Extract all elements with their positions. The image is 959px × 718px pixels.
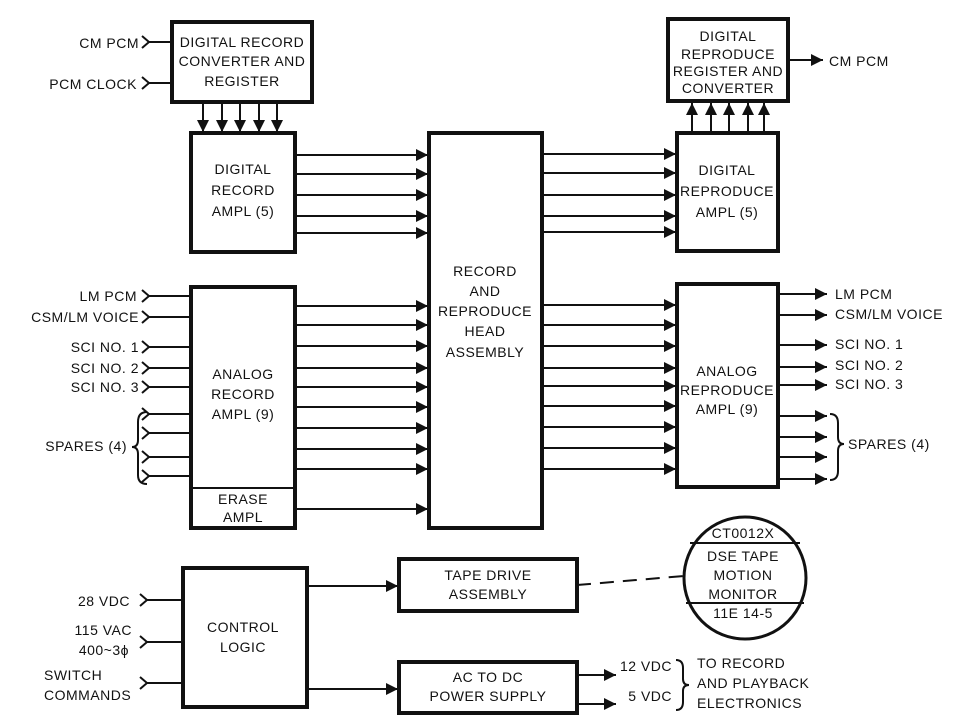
block-label: CONVERTER <box>682 80 774 96</box>
digital-reproduce-ampl-block: DIGITAL REPRODUCE AMPL (5) <box>675 131 780 253</box>
block-label: REPRODUCE <box>680 183 774 199</box>
input-label: 28 VDC <box>78 593 130 609</box>
input-label: SCI NO. 2 <box>71 360 139 376</box>
input-connector-icon <box>141 340 151 354</box>
monitor-label: MOTION <box>714 567 773 583</box>
analog-input-labels: LM PCM CSM/LM VOICE SCI NO. 1 SCI NO. 2 … <box>31 288 139 454</box>
input-label: SWITCH <box>44 667 102 683</box>
tape-motion-monitor: CT0012X DSE TAPE MOTION MONITOR 11E 14-5 <box>682 515 808 641</box>
analog-output-labels: LM PCM CSM/LM VOICE SCI NO. 1 SCI NO. 2 … <box>835 286 943 452</box>
block-label: REPRODUCE <box>438 303 532 319</box>
destination-label: AND PLAYBACK <box>697 675 809 691</box>
block-label: CONTROL <box>207 619 279 635</box>
block-label: DIGITAL RECORD <box>180 34 304 50</box>
block-label: AMPL (5) <box>212 203 275 219</box>
digital-input-labels: CM PCM PCM CLOCK <box>49 35 139 92</box>
block-label: ERASE <box>218 491 268 507</box>
input-label: CM PCM <box>79 35 139 51</box>
input-connector-icon <box>141 35 151 49</box>
block-label: HEAD <box>465 323 506 339</box>
block-label: AMPL (9) <box>212 406 275 422</box>
block-label: DIGITAL <box>700 28 757 44</box>
block-label: LOGIC <box>220 639 266 655</box>
output-label: CM PCM <box>829 53 889 69</box>
control-logic-block: CONTROL LOGIC <box>181 566 309 709</box>
power-brace <box>675 659 690 711</box>
spares-label: SPARES (4) <box>45 438 127 454</box>
block-label: REPRODUCE <box>680 382 774 398</box>
analog-reproduce-ampl-block: ANALOG REPRODUCE AMPL (9) <box>675 282 780 489</box>
input-connector-icon <box>141 310 151 324</box>
input-connector-icon <box>141 76 151 90</box>
block-label: POWER SUPPLY <box>430 688 547 704</box>
destination-label: TO RECORD <box>697 655 785 671</box>
block-label: REGISTER <box>204 73 280 89</box>
output-label: SCI NO. 3 <box>835 376 903 392</box>
input-connector-icon <box>141 426 151 440</box>
monitor-id: CT0012X <box>712 525 775 541</box>
block-label: ANALOG <box>696 363 757 379</box>
block-label: ANALOG <box>212 366 273 382</box>
input-connector-icon <box>141 450 151 464</box>
input-connector-icon <box>141 361 151 375</box>
block-label: AMPL (9) <box>696 401 759 417</box>
input-label: COMMANDS <box>44 687 131 703</box>
output-label: LM PCM <box>835 286 892 302</box>
input-connector-icon <box>139 593 149 607</box>
digital-record-converter-block: DIGITAL RECORD CONVERTER AND REGISTER <box>170 20 314 104</box>
input-connector-icon <box>141 469 151 483</box>
block-label: ASSEMBLY <box>446 344 525 360</box>
block-label: TAPE DRIVE <box>444 567 531 583</box>
block-label: AND <box>469 283 500 299</box>
block-label: RECORD <box>211 182 275 198</box>
digital-record-ampl-block: DIGITAL RECORD AMPL (5) <box>189 131 297 254</box>
spares-brace <box>829 413 845 481</box>
block-label: CONVERTER AND <box>179 53 306 69</box>
destination-label: ELECTRONICS <box>697 695 802 711</box>
block-label: AC TO DC <box>453 669 523 685</box>
block-label: RECORD <box>453 263 517 279</box>
input-connector-icon <box>141 380 151 394</box>
input-label: CSM/LM VOICE <box>31 309 139 325</box>
input-label: 115 VAC <box>75 622 132 638</box>
block-label: REPRODUCE <box>681 46 775 62</box>
block-label: DIGITAL <box>215 161 272 177</box>
spares-label: SPARES (4) <box>848 436 930 452</box>
output-label: 12 VDC <box>620 658 672 674</box>
power-destination-labels: TO RECORD AND PLAYBACK ELECTRONICS <box>697 655 809 711</box>
block-label: DIGITAL <box>699 162 756 178</box>
monitor-label: MONITOR <box>708 586 777 602</box>
dse-block-diagram: DIGITAL RECORD CONVERTER AND REGISTER DI… <box>31 17 943 715</box>
input-label: SCI NO. 1 <box>71 339 139 355</box>
output-label: SCI NO. 2 <box>835 357 903 373</box>
head-assembly-block: RECORD AND REPRODUCE HEAD ASSEMBLY <box>427 131 544 530</box>
block-label: AMPL <box>223 509 263 525</box>
tape-drive-block: TAPE DRIVE ASSEMBLY <box>397 557 579 613</box>
digital-reproduce-register-block: DIGITAL REPRODUCE REGISTER AND CONVERTER <box>666 17 790 103</box>
monitor-link <box>576 575 685 586</box>
power-supply-block: AC TO DC POWER SUPPLY <box>397 660 579 715</box>
input-connector-icon <box>139 635 149 649</box>
monitor-location: 11E 14-5 <box>713 605 773 621</box>
input-label: 400~3ϕ <box>79 642 129 658</box>
input-label: PCM CLOCK <box>49 76 137 92</box>
block-label: ASSEMBLY <box>449 586 528 602</box>
control-input-labels: 28 VDC 115 VAC 400~3ϕ SWITCH COMMANDS <box>44 593 132 703</box>
output-label: SCI NO. 1 <box>835 336 903 352</box>
output-label: 5 VDC <box>628 688 672 704</box>
input-connector-icon <box>139 676 149 690</box>
input-label: LM PCM <box>80 288 137 304</box>
power-output-labels: 12 VDC 5 VDC <box>620 658 672 704</box>
block-label: AMPL (5) <box>696 204 759 220</box>
output-label: CSM/LM VOICE <box>835 306 943 322</box>
input-label: SCI NO. 3 <box>71 379 139 395</box>
input-connector-icon <box>141 289 151 303</box>
input-connector-icon <box>141 407 151 421</box>
monitor-label: DSE TAPE <box>707 548 779 564</box>
block-label: REGISTER AND <box>673 63 783 79</box>
block-label: RECORD <box>211 386 275 402</box>
